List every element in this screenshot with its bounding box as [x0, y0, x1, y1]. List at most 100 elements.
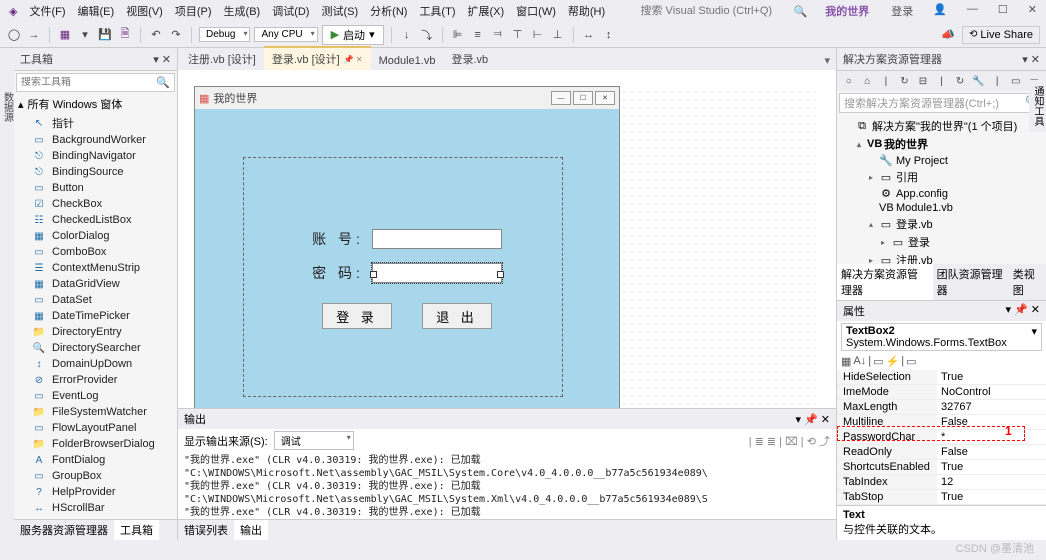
menu-item[interactable]: 文件(F)	[24, 1, 70, 21]
output-text[interactable]: "我的世界.exe" (CLR v4.0.30319: 我的世界.exe): 已…	[178, 452, 836, 519]
close-button[interactable]: ✕	[1023, 1, 1042, 21]
property-row[interactable]: MultilineFalse	[837, 415, 1046, 430]
menu-item[interactable]: 工具(T)	[414, 1, 460, 21]
toolbox-item[interactable]: 🔍DirectorySearcher	[14, 340, 177, 356]
menu-item[interactable]: 调试(D)	[267, 1, 314, 21]
panel-tab[interactable]: 服务器资源管理器	[14, 520, 114, 540]
vspace-icon[interactable]: ↕	[601, 27, 617, 43]
start-button[interactable]: ▶启动 ▾	[322, 25, 384, 45]
hspace-icon[interactable]: ↔	[581, 27, 597, 43]
property-row[interactable]: ShortcutsEnabledTrue	[837, 460, 1046, 475]
page-icon[interactable]: ▭	[906, 355, 916, 368]
property-row[interactable]: PasswordChar*	[837, 430, 1046, 445]
toolbox-item[interactable]: ⎋BindingSource	[14, 164, 177, 180]
chevron-down-icon[interactable]: ▾	[1031, 325, 1037, 349]
align-center-icon[interactable]: ≡	[470, 27, 486, 43]
panel-tab[interactable]: 类视图	[1009, 264, 1046, 300]
toolbox-item[interactable]: ▭Button	[14, 180, 177, 196]
form-min-button[interactable]: —	[551, 91, 571, 105]
document-tab[interactable]: 注册.vb [设计]	[180, 48, 264, 70]
login-link[interactable]: 登录	[886, 1, 918, 21]
panel-tab[interactable]: 解决方案资源管理器	[837, 264, 933, 300]
global-search-input[interactable]	[641, 5, 781, 17]
toolbox-item[interactable]: ▭GroupBox	[14, 468, 177, 484]
events-icon[interactable]: ⚡	[886, 355, 900, 368]
align-bot-icon[interactable]: ⊥	[550, 27, 566, 43]
tab-overflow-icon[interactable]: ▾	[818, 51, 836, 70]
minimize-button[interactable]: —	[962, 1, 983, 21]
props-icon[interactable]: ▭	[873, 355, 883, 368]
menu-item[interactable]: 窗口(W)	[511, 1, 561, 21]
panel-pin-icon[interactable]: ▾ 📌 ✕	[795, 413, 830, 426]
tree-node[interactable]: ▴VB我的世界	[839, 135, 1044, 153]
tree-node[interactable]: 🔧My Project	[839, 153, 1044, 168]
home-icon[interactable]: ○	[841, 73, 857, 89]
maximize-button[interactable]: ☐	[993, 1, 1013, 21]
toolbox-item[interactable]: AFontDialog	[14, 452, 177, 468]
menu-item[interactable]: 编辑(E)	[73, 1, 120, 21]
redo-icon[interactable]: ↷	[168, 27, 184, 43]
categorize-icon[interactable]: ▦	[841, 355, 851, 368]
new-project-icon[interactable]: ▦	[57, 27, 73, 43]
tree-node[interactable]: ⚙App.config	[839, 186, 1044, 201]
toolbox-item[interactable]: ▭EventLog	[14, 388, 177, 404]
panel-tab[interactable]: 错误列表	[178, 520, 234, 540]
form-max-button[interactable]: ☐	[573, 91, 593, 105]
menu-item[interactable]: 生成(B)	[219, 1, 266, 21]
alpha-icon[interactable]: A↓	[853, 355, 866, 368]
platform-combo[interactable]: Any CPU	[254, 27, 317, 42]
toolbox-item[interactable]: ▦DateTimePicker	[14, 308, 177, 324]
align-top-icon[interactable]: ⊤	[510, 27, 526, 43]
nav-fwd-icon[interactable]: →	[26, 27, 42, 43]
undo-icon[interactable]: ↶	[148, 27, 164, 43]
align-right-icon[interactable]: ⫤	[490, 27, 506, 43]
tree-node[interactable]: ▸▭引用	[839, 168, 1044, 186]
toolbox-item[interactable]: ↔HScrollBar	[14, 500, 177, 516]
toolbox-item[interactable]: ↕DomainUpDown	[14, 356, 177, 372]
toolbox-search-input[interactable]	[21, 77, 121, 88]
tree-node[interactable]: VBModule1.vb	[839, 201, 1044, 215]
output-source-combo[interactable]: 调试	[274, 431, 354, 450]
tree-node[interactable]: ▸▭注册.vb	[839, 251, 1044, 264]
property-row[interactable]: TabStopTrue	[837, 490, 1046, 505]
document-tab[interactable]: Module1.vb	[371, 52, 444, 70]
form-designer[interactable]: ▦ 我的世界 — ☐ ✕ 账 号: 密 码:	[178, 70, 836, 408]
toolbox-item[interactable]: ⊘ErrorProvider	[14, 372, 177, 388]
property-row[interactable]: MaxLength32767	[837, 400, 1046, 415]
panel-pin-icon[interactable]: ▾ 📌 ✕	[1005, 303, 1040, 316]
property-row[interactable]: ImeModeNoControl	[837, 385, 1046, 400]
menu-item[interactable]: 项目(P)	[170, 1, 217, 21]
align-mid-icon[interactable]: ⊢	[530, 27, 546, 43]
document-tab[interactable]: 登录.vb [设计]📌 ✕	[264, 46, 371, 70]
toolbox-item[interactable]: ☷CheckedListBox	[14, 212, 177, 228]
toolbox-item[interactable]: ▭BackgroundWorker	[14, 132, 177, 148]
password-textbox[interactable]	[372, 263, 502, 283]
toolbox-item[interactable]: ?HelpProvider	[14, 484, 177, 500]
toolbox-item[interactable]: ↖指针	[14, 114, 177, 132]
user-icon[interactable]: 👤	[928, 1, 952, 21]
property-row[interactable]: ReadOnlyFalse	[837, 445, 1046, 460]
toolbox-item[interactable]: 📁DirectoryEntry	[14, 324, 177, 340]
panel-controls-icon[interactable]: ▾ ✕	[1022, 53, 1040, 66]
property-row[interactable]: HideSelectionTrue	[837, 370, 1046, 385]
solution-search-input[interactable]: 搜索解决方案资源管理器(Ctrl+;)	[844, 95, 999, 111]
collapse-icon[interactable]: ⊟	[915, 73, 931, 89]
wrench-icon[interactable]: 🔧	[971, 73, 987, 89]
align-left-icon[interactable]: ⊫	[450, 27, 466, 43]
toolbox-item[interactable]: 📁FileSystemWatcher	[14, 404, 177, 420]
feedback-icon[interactable]: 📣	[940, 27, 956, 43]
toolbox-item[interactable]: ⎋BindingNavigator	[14, 148, 177, 164]
tree-node[interactable]: ⧉解决方案"我的世界"(1 个项目)	[839, 117, 1044, 135]
nav-back-icon[interactable]: ◯	[6, 27, 22, 43]
toolbox-item[interactable]: 📁FolderBrowserDialog	[14, 436, 177, 452]
toolbox-item[interactable]: ▭DataSet	[14, 292, 177, 308]
panel-tab[interactable]: 工具箱	[114, 520, 159, 540]
tree-node[interactable]: ▸▭登录	[839, 233, 1044, 251]
property-row[interactable]: TabIndex12	[837, 475, 1046, 490]
save-all-icon[interactable]: 🗎	[117, 27, 133, 43]
toolbox-category[interactable]: 所有 Windows 窗体	[28, 96, 123, 112]
menu-item[interactable]: 测试(S)	[316, 1, 363, 21]
tree-node[interactable]: ▴▭登录.vb	[839, 215, 1044, 233]
pin-icon[interactable]: 📌 ✕	[344, 55, 363, 64]
props-icon[interactable]: ▭	[1008, 73, 1024, 89]
